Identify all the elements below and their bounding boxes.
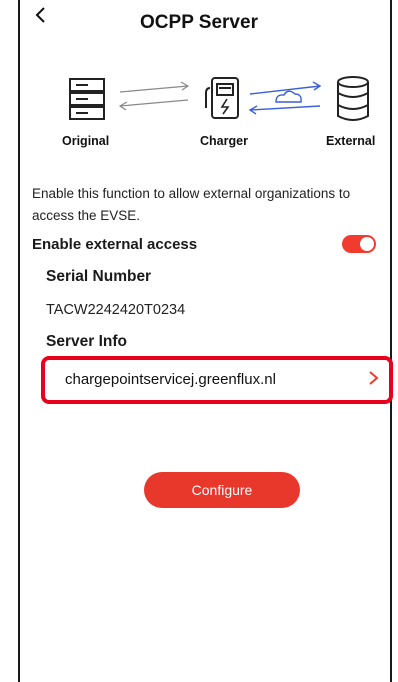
serial-number-value: TACW2242420T0234 (46, 302, 186, 318)
server-info-row[interactable]: chargepointservicej.greenflux.nl (41, 356, 393, 404)
toggle-knob (360, 237, 374, 251)
database-icon (337, 76, 369, 121)
server-info-label: Server Info (46, 333, 127, 350)
server-info-value: chargepointservicej.greenflux.nl (65, 371, 276, 388)
configure-button[interactable]: Configure (144, 472, 300, 508)
chevron-right-icon (367, 367, 381, 395)
enable-external-access-label: Enable external access (32, 236, 198, 253)
enable-external-access-toggle[interactable] (342, 235, 376, 253)
server-stack-icon (69, 78, 105, 120)
description-text: Enable this function to allow external o… (32, 186, 351, 223)
original-label: Original (62, 134, 110, 148)
grey-arrows-icon (118, 81, 190, 111)
charger-label: Charger (200, 134, 248, 148)
blue-arrows-icon (248, 81, 322, 115)
charger-icon (205, 77, 239, 119)
serial-number-label: Serial Number (46, 268, 152, 285)
external-label: External (326, 134, 376, 148)
